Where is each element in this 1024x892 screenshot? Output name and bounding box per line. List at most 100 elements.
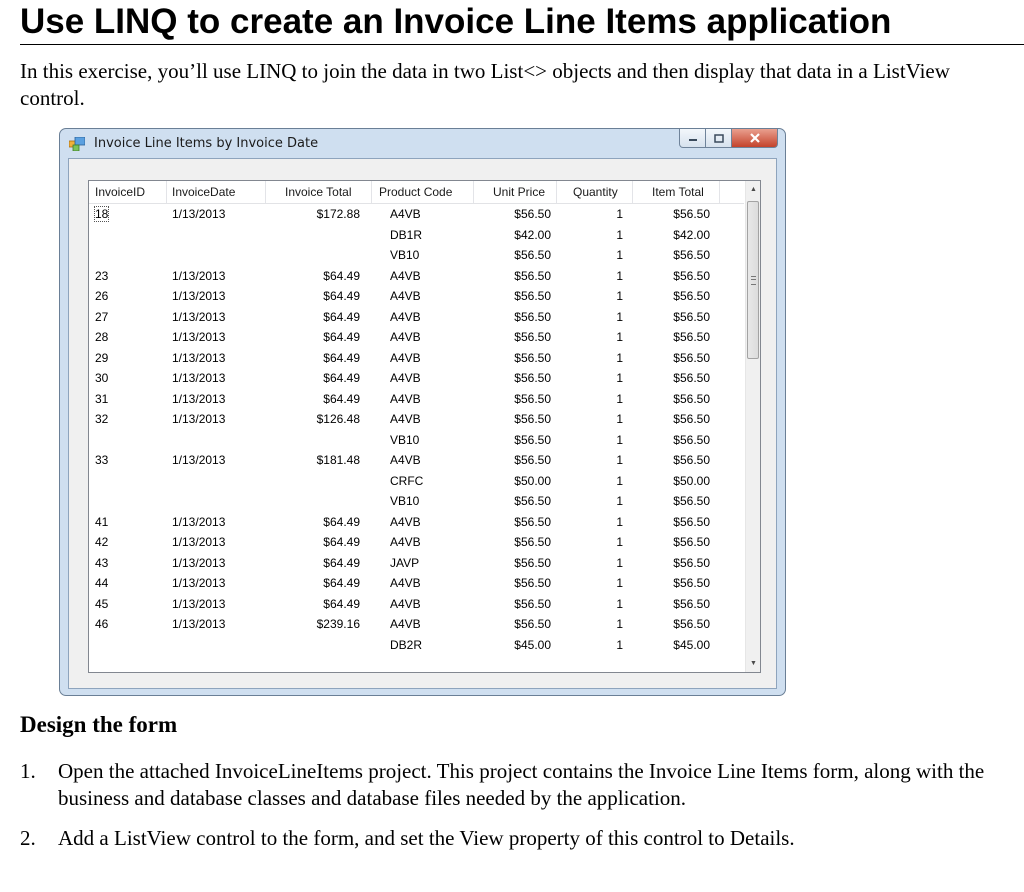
cell-quantity: 1 — [616, 473, 623, 488]
cell-quantity: 1 — [616, 637, 623, 652]
cell-quantity: 1 — [616, 412, 623, 426]
cell-quantity: 1 — [616, 309, 623, 324]
list-item[interactable]: DB2R $45.00 1 $45.00 — [89, 635, 744, 656]
cell-item-total: $56.50 — [673, 371, 710, 385]
cell-quantity: 1 — [616, 535, 623, 549]
cell-invoice-id: 41 — [95, 514, 109, 529]
list-item[interactable]: 45 1/13/2013 $64.49 A4VB $56.50 1 $56.50 — [89, 594, 744, 615]
cell-unit-price: $50.00 — [514, 473, 551, 488]
column-header-invoice-total[interactable]: Invoice Total — [285, 181, 352, 203]
list-item[interactable]: 30 1/13/2013 $64.49 A4VB $56.50 1 $56.50 — [89, 368, 744, 389]
column-divider[interactable] — [632, 181, 633, 203]
cell-quantity: 1 — [616, 617, 623, 631]
cell-product-code: A4VB — [390, 617, 421, 631]
cell-invoice-total: $64.49 — [323, 268, 360, 283]
cell-unit-price: $56.50 — [514, 391, 551, 406]
column-header-quantity[interactable]: Quantity — [573, 181, 618, 203]
list-item[interactable]: 27 1/13/2013 $64.49 A4VB $56.50 1 $56.50 — [89, 307, 744, 328]
cell-item-total: $56.50 — [673, 207, 710, 221]
cell-quantity: 1 — [616, 227, 623, 242]
list-item[interactable]: 29 1/13/2013 $64.49 A4VB $56.50 1 $56.50 — [89, 348, 744, 369]
cell-item-total: $42.00 — [673, 227, 710, 242]
cell-quantity: 1 — [616, 514, 623, 529]
cell-quantity: 1 — [616, 248, 623, 262]
maximize-button[interactable] — [706, 129, 732, 148]
vertical-scrollbar[interactable]: ▲ ▼ — [745, 181, 760, 672]
column-divider[interactable] — [556, 181, 557, 203]
intro-paragraph: In this exercise, you’ll use LINQ to joi… — [20, 59, 950, 110]
cell-quantity: 1 — [616, 555, 623, 570]
page-heading: Use LINQ to create an Invoice Line Items… — [20, 2, 892, 41]
cell-product-code: A4VB — [390, 391, 421, 406]
cell-quantity: 1 — [616, 371, 623, 385]
cell-invoice-id: 46 — [95, 617, 109, 631]
column-header-invoice-date[interactable]: InvoiceDate — [172, 181, 235, 203]
list-item[interactable]: 31 1/13/2013 $64.49 A4VB $56.50 1 $56.50 — [89, 389, 744, 410]
list-item[interactable]: 32 1/13/2013 $126.48 A4VB $56.50 1 $56.50 — [89, 409, 744, 430]
list-item[interactable]: VB10 $56.50 1 $56.50 — [89, 245, 744, 266]
list-item[interactable]: 46 1/13/2013 $239.16 A4VB $56.50 1 $56.50 — [89, 614, 744, 635]
section-heading: Design the form — [20, 712, 178, 737]
column-divider[interactable] — [719, 181, 720, 203]
list-item[interactable]: 26 1/13/2013 $64.49 A4VB $56.50 1 $56.50 — [89, 286, 744, 307]
cell-invoice-total: $126.48 — [316, 412, 360, 426]
cell-product-code: DB1R — [390, 227, 423, 242]
cell-invoice-date: 1/13/2013 — [172, 535, 226, 549]
cell-invoice-id: 27 — [95, 309, 109, 324]
cell-product-code: A4VB — [390, 576, 421, 590]
step-number: 2. — [20, 826, 36, 850]
cell-item-total: $56.50 — [673, 330, 710, 344]
cell-unit-price: $56.50 — [514, 412, 551, 426]
list-item[interactable]: 43 1/13/2013 $64.49 JAVP $56.50 1 $56.50 — [89, 553, 744, 574]
cell-product-code: DB2R — [390, 637, 423, 652]
list-item[interactable]: CRFC $50.00 1 $50.00 — [89, 471, 744, 492]
column-header-item-total[interactable]: Item Total — [652, 181, 704, 203]
list-item[interactable]: 44 1/13/2013 $64.49 A4VB $56.50 1 $56.50 — [89, 573, 744, 594]
cell-invoice-id: 31 — [95, 391, 109, 406]
column-divider[interactable] — [473, 181, 474, 203]
scrollbar-thumb[interactable] — [747, 201, 759, 359]
cell-item-total: $56.50 — [673, 453, 710, 467]
list-item[interactable]: VB10 $56.50 1 $56.50 — [89, 491, 744, 512]
cell-item-total: $56.50 — [673, 617, 710, 631]
column-header-invoice-id[interactable]: InvoiceID — [95, 181, 145, 203]
column-header-unit-price[interactable]: Unit Price — [493, 181, 545, 203]
cell-invoice-id: 29 — [95, 350, 109, 365]
list-item[interactable]: 33 1/13/2013 $181.48 A4VB $56.50 1 $56.50 — [89, 450, 744, 471]
close-button[interactable] — [732, 129, 778, 148]
list-item[interactable]: 41 1/13/2013 $64.49 A4VB $56.50 1 $56.50 — [89, 512, 744, 533]
cell-unit-price: $56.50 — [514, 268, 551, 283]
invoice-line-items-listview[interactable]: InvoiceID InvoiceDate Invoice Total Product… — [88, 180, 761, 673]
cell-invoice-date: 1/13/2013 — [172, 576, 226, 590]
column-header-product-code[interactable]: Product Code — [379, 181, 452, 203]
cell-quantity: 1 — [616, 350, 623, 365]
scroll-down-arrow-icon[interactable]: ▼ — [746, 655, 760, 672]
cell-quantity: 1 — [616, 391, 623, 406]
cell-invoice-date: 1/13/2013 — [172, 207, 226, 221]
list-item[interactable]: 28 1/13/2013 $64.49 A4VB $56.50 1 $56.50 — [89, 327, 744, 348]
form-client-area: InvoiceID InvoiceDate Invoice Total Product… — [68, 158, 777, 689]
listview-header: InvoiceID InvoiceDate Invoice Total Product… — [89, 181, 744, 204]
app-form-icon — [69, 137, 85, 151]
list-item[interactable]: 23 1/13/2013 $64.49 A4VB $56.50 1 $56.50 — [89, 266, 744, 287]
list-item[interactable]: 42 1/13/2013 $64.49 A4VB $56.50 1 $56.50 — [89, 532, 744, 553]
cell-invoice-total: $64.49 — [323, 596, 360, 611]
list-item[interactable]: 18 1/13/2013 $172.88 A4VB $56.50 1 $56.50 — [89, 204, 744, 225]
column-divider[interactable] — [371, 181, 372, 203]
minimize-button[interactable] — [679, 129, 706, 148]
cell-item-total: $56.50 — [673, 309, 710, 324]
cell-invoice-date: 1/13/2013 — [172, 412, 226, 426]
column-divider[interactable] — [166, 181, 167, 203]
cell-invoice-total: $172.88 — [316, 207, 360, 221]
cell-unit-price: $56.50 — [514, 576, 551, 590]
cell-item-total: $56.50 — [673, 432, 710, 447]
cell-product-code: A4VB — [390, 514, 421, 529]
cell-invoice-date: 1/13/2013 — [172, 514, 226, 529]
cell-quantity: 1 — [616, 289, 623, 303]
list-item[interactable]: VB10 $56.50 1 $56.50 — [89, 430, 744, 451]
column-divider[interactable] — [265, 181, 266, 203]
cell-unit-price: $56.50 — [514, 207, 551, 221]
scroll-up-arrow-icon[interactable]: ▲ — [746, 181, 760, 198]
list-item[interactable]: DB1R $42.00 1 $42.00 — [89, 225, 744, 246]
cell-quantity: 1 — [616, 596, 623, 611]
